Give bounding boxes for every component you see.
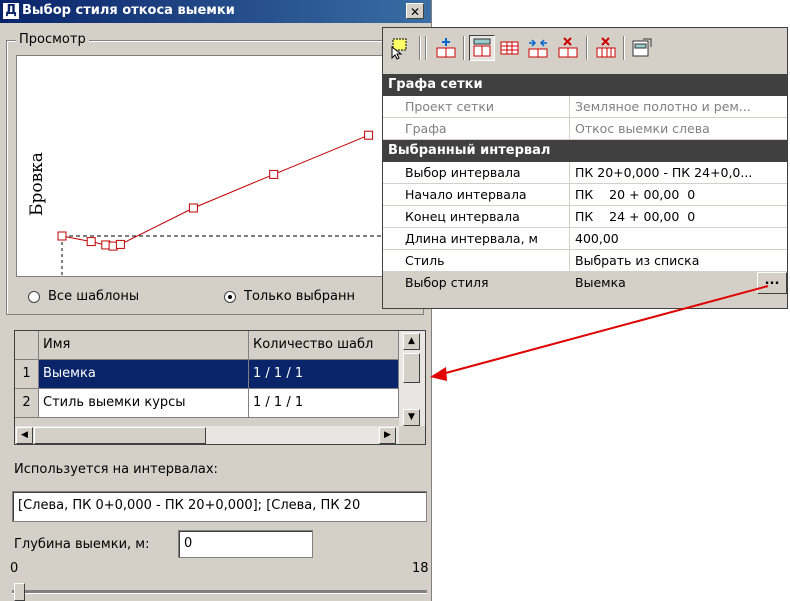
callout-arrow-layer [430,285,769,381]
callout-arrow-head [430,367,447,381]
callout-arrow-line [441,285,769,375]
